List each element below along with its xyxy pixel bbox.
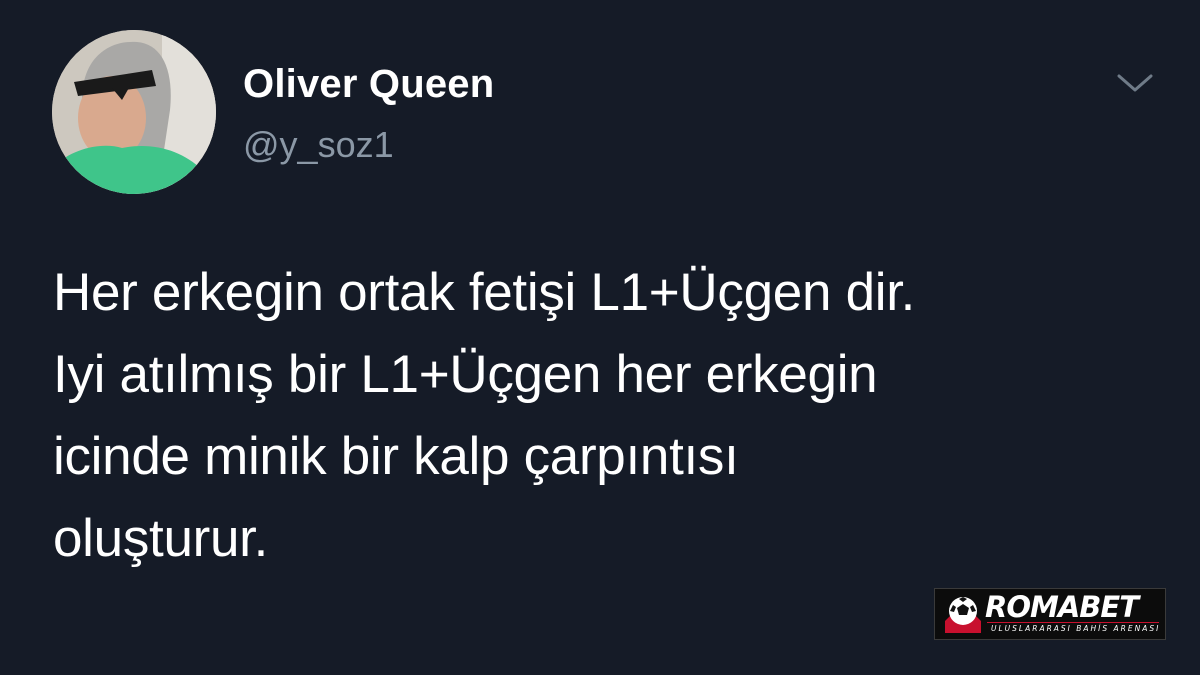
tweet-text-line: icinde minik bir kalp çarpıntısı bbox=[53, 427, 739, 486]
romabet-watermark: ROMABET ULUSLARARASI BAHİS ARENASI bbox=[934, 588, 1166, 640]
tweet-text-line: oluşturur. bbox=[53, 509, 269, 568]
author-handle[interactable]: @y_soz1 bbox=[243, 124, 394, 166]
tweet-text: Her erkegin ortak fetişi L1+Üçgen dir. I… bbox=[53, 252, 1163, 580]
author-display-name[interactable]: Oliver Queen bbox=[243, 62, 494, 107]
tweet-text-line: Her erkegin ortak fetişi L1+Üçgen dir. bbox=[53, 263, 916, 322]
profile-photo-icon bbox=[52, 30, 216, 194]
tweet-card: Oliver Queen @y_soz1 Her erkegin ortak f… bbox=[0, 0, 1200, 675]
avatar[interactable] bbox=[52, 30, 216, 194]
tweet-menu-button[interactable] bbox=[1113, 68, 1157, 98]
watermark-tagline: ULUSLARARASI BAHİS ARENASI bbox=[991, 624, 1161, 633]
soccer-ball-icon bbox=[945, 597, 981, 633]
tweet-text-line: Iyi atılmış bir L1+Üçgen her erkegin bbox=[53, 345, 878, 404]
chevron-down-icon bbox=[1117, 74, 1153, 92]
watermark-accent-bar bbox=[987, 622, 1159, 623]
watermark-brand: ROMABET bbox=[985, 590, 1139, 624]
